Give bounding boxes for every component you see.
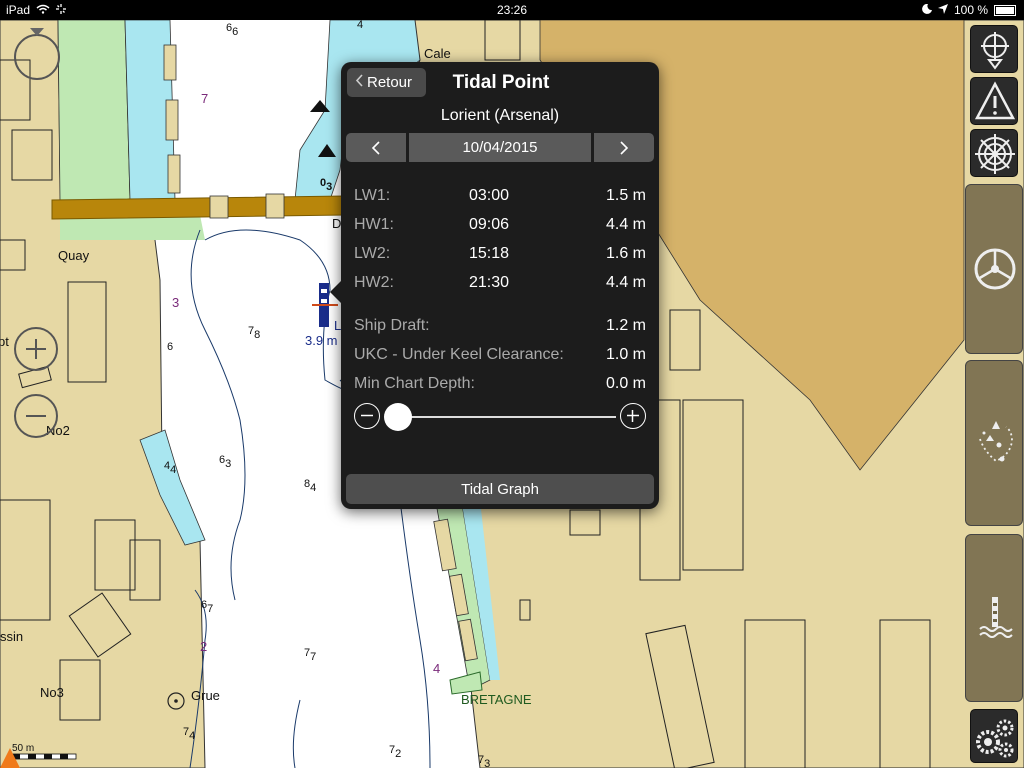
helm-icon xyxy=(974,248,1016,290)
info-row-ship-draft: Ship Draft: 1.2 m xyxy=(341,317,659,341)
sounding: 4 xyxy=(433,661,440,676)
zoom-in-button[interactable] xyxy=(14,327,58,371)
min-chart-depth-slider[interactable] xyxy=(354,402,646,432)
label-quay: Quay xyxy=(58,248,90,263)
info-value: 0.0 m xyxy=(605,375,646,392)
status-bar: iPad 23:26 100 % xyxy=(0,0,1024,20)
sounding: 4 xyxy=(357,20,363,31)
location-arrow-icon xyxy=(937,3,948,17)
chevron-left-icon xyxy=(355,74,363,91)
slider-thumb[interactable] xyxy=(384,403,412,431)
popup-title: Tidal Point xyxy=(452,72,550,93)
info-row-min-chart-depth: Min Chart Depth: 0.0 m xyxy=(341,375,659,399)
sounding: 3 xyxy=(172,295,179,310)
route-panel-button[interactable] xyxy=(965,360,1023,526)
battery-percent: 100 % xyxy=(953,3,988,17)
info-label: UKC - Under Keel Clearance: xyxy=(354,346,564,363)
tide-label: LW1: xyxy=(354,187,391,204)
helm-button[interactable] xyxy=(970,129,1018,177)
info-value: 1.2 m xyxy=(605,317,646,334)
label-no3: No3 xyxy=(40,685,64,700)
back-button[interactable]: Retour xyxy=(347,68,426,97)
tide-label: HW1: xyxy=(354,216,394,233)
label-pt: pt xyxy=(0,334,9,349)
sounding: 2 xyxy=(200,639,207,654)
tide-row: HW2: 21:30 4.4 m xyxy=(341,274,659,298)
sounding: 6 xyxy=(167,341,173,353)
back-label: Retour xyxy=(367,74,413,91)
tidal-point-popup: Retour Tidal Point Lorient (Arsenal) 10/… xyxy=(330,62,659,509)
tide-height: 4.4 m xyxy=(605,216,646,233)
tide-label: HW2: xyxy=(354,274,394,291)
tide-panel-button[interactable] xyxy=(965,534,1023,702)
tide-row: HW1: 09:06 4.4 m xyxy=(341,216,659,240)
tidal-graph-button[interactable]: Tidal Graph xyxy=(346,474,654,504)
warning-icon xyxy=(974,81,1016,120)
settings-button[interactable] xyxy=(970,709,1018,763)
tide-label: LW2: xyxy=(354,245,391,262)
gps-button[interactable] xyxy=(970,25,1018,73)
info-value: 1.0 m xyxy=(605,346,646,363)
tide-icon xyxy=(979,597,1013,638)
location-name: Lorient (Arsenal) xyxy=(440,107,560,124)
svg-text:50 m: 50 m xyxy=(12,743,34,754)
tide-row: LW1: 03:00 1.5 m xyxy=(341,187,659,211)
gps-icon xyxy=(981,32,1009,70)
minus-icon xyxy=(361,414,373,417)
clock: 23:26 xyxy=(496,3,528,17)
chevron-right-icon xyxy=(620,140,629,155)
plus-icon xyxy=(627,410,639,422)
helm-icon xyxy=(975,134,1015,174)
plus-icon xyxy=(26,339,46,359)
next-day-button[interactable] xyxy=(594,133,654,162)
previous-day-button[interactable] xyxy=(346,133,406,162)
minus-icon xyxy=(26,415,46,417)
tide-time: 09:06 xyxy=(468,216,510,233)
info-label: Min Chart Depth: xyxy=(354,375,475,392)
label-ssin: ssin xyxy=(0,629,23,644)
slider-increase-button[interactable] xyxy=(620,403,646,429)
slider-track[interactable] xyxy=(390,416,616,418)
gears-icon xyxy=(976,719,1014,758)
moon-icon xyxy=(922,3,932,17)
info-label: Ship Draft: xyxy=(354,317,430,334)
date-display[interactable]: 10/04/2015 xyxy=(409,133,591,162)
tide-time: 15:18 xyxy=(468,245,510,262)
route-icon xyxy=(979,421,1013,463)
slider-decrease-button[interactable] xyxy=(354,403,380,429)
right-toolbar xyxy=(964,20,1024,768)
label-bretagne: BRETAGNE xyxy=(461,692,532,707)
info-row-ukc: UKC - Under Keel Clearance: 1.0 m xyxy=(341,346,659,370)
label-cale: Cale xyxy=(424,46,451,61)
chevron-left-icon xyxy=(371,140,380,155)
label-grue: Grue xyxy=(191,688,220,703)
zoom-out-button[interactable] xyxy=(14,394,58,438)
marker-depth: 3.9 m xyxy=(305,333,338,348)
sounding: 7 xyxy=(201,91,208,106)
label-d: D xyxy=(332,216,341,231)
tide-height: 1.6 m xyxy=(605,245,646,262)
warning-button[interactable] xyxy=(970,77,1018,125)
tide-row: LW2: 15:18 1.6 m xyxy=(341,245,659,269)
tide-height: 4.4 m xyxy=(605,274,646,291)
navigation-panel-button[interactable] xyxy=(965,184,1023,354)
tide-time: 03:00 xyxy=(468,187,510,204)
tide-time: 21:30 xyxy=(468,274,510,291)
battery-icon xyxy=(994,4,1016,16)
tide-height: 1.5 m xyxy=(605,187,646,204)
